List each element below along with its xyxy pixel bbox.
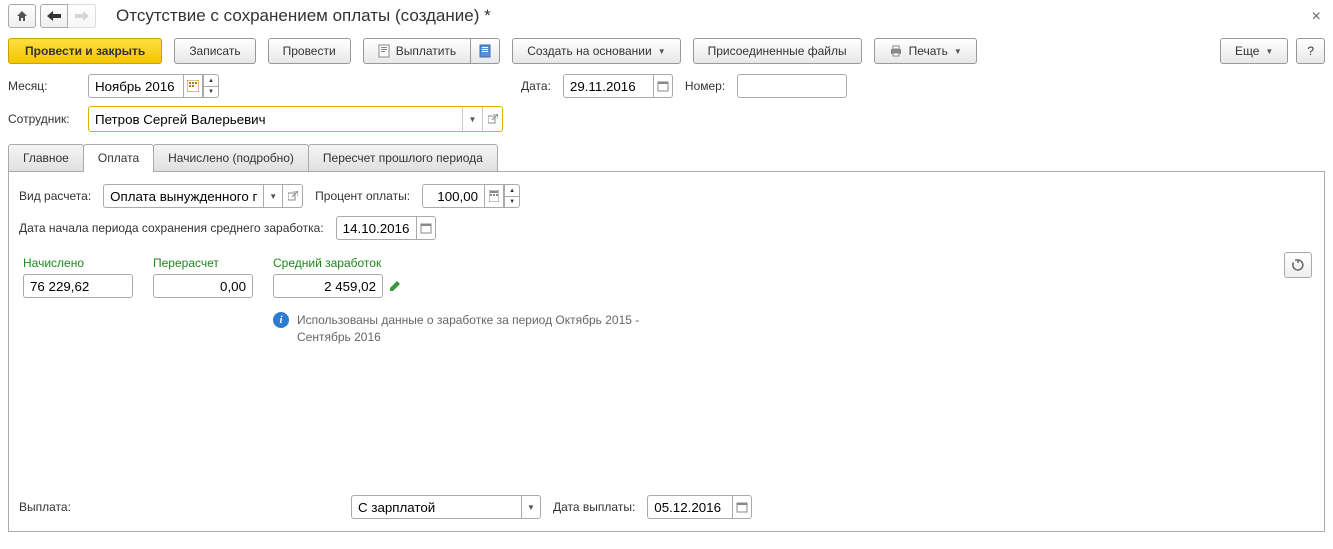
calendar-icon	[736, 501, 748, 513]
period-start-label: Дата начала периода сохранения среднего …	[19, 221, 324, 235]
avg-input[interactable]	[273, 274, 383, 298]
info-icon: i	[273, 312, 289, 328]
date-picker-button[interactable]	[653, 74, 673, 98]
refresh-button[interactable]	[1284, 252, 1312, 278]
pay-type-input[interactable]	[351, 495, 521, 519]
calc-type-input[interactable]	[103, 184, 263, 208]
pay-button[interactable]: Выплатить	[363, 38, 472, 64]
calculator-icon	[489, 190, 499, 202]
post-and-close-button[interactable]: Провести и закрыть	[8, 38, 162, 64]
recalc-input[interactable]	[153, 274, 253, 298]
home-button[interactable]	[8, 4, 36, 28]
open-icon	[488, 114, 498, 124]
date-input[interactable]	[563, 74, 653, 98]
month-up[interactable]: ▲	[203, 74, 219, 86]
month-label: Месяц:	[8, 79, 76, 93]
tab-accrued[interactable]: Начислено (подробно)	[153, 144, 309, 171]
list-icon	[479, 44, 491, 58]
edit-avg-button[interactable]	[389, 280, 401, 292]
tab-recalc[interactable]: Пересчет прошлого периода	[308, 144, 498, 171]
calendar-icon	[420, 222, 432, 234]
forward-button	[68, 4, 96, 28]
pay-label: Выплатить	[396, 44, 457, 58]
arrow-left-icon	[47, 11, 61, 21]
save-button[interactable]: Записать	[174, 38, 255, 64]
percent-up[interactable]: ▲	[504, 184, 520, 196]
files-button[interactable]: Присоединенные файлы	[693, 38, 862, 64]
home-icon	[15, 9, 29, 23]
create-from-button[interactable]: Создать на основании ▼	[512, 38, 680, 64]
employee-label: Сотрудник:	[8, 112, 76, 126]
info-text: Использованы данные о заработке за перио…	[297, 312, 657, 346]
date-label: Дата:	[521, 79, 551, 93]
calendar-grid-icon	[187, 80, 199, 92]
refresh-icon	[1291, 258, 1305, 272]
month-input[interactable]	[88, 74, 183, 98]
print-label: Печать	[909, 44, 948, 58]
tab-payment[interactable]: Оплата	[83, 144, 154, 171]
print-button[interactable]: Печать ▼	[874, 38, 977, 64]
percent-down[interactable]: ▼	[504, 196, 520, 208]
pay-type-dropdown[interactable]: ▼	[521, 495, 541, 519]
create-from-label: Создать на основании	[527, 44, 652, 58]
back-button[interactable]	[40, 4, 68, 28]
pay-label: Выплата:	[19, 500, 79, 514]
number-label: Номер:	[685, 79, 725, 93]
more-button[interactable]: Еще ▼	[1220, 38, 1288, 64]
month-down[interactable]: ▼	[203, 86, 219, 98]
pay-date-picker[interactable]	[732, 495, 752, 519]
post-button[interactable]: Провести	[268, 38, 351, 64]
open-icon	[288, 191, 298, 201]
calc-type-label: Вид расчета:	[19, 189, 91, 203]
accrued-label: Начислено	[23, 256, 133, 270]
employee-open[interactable]	[482, 107, 502, 131]
chevron-down-icon: ▼	[658, 47, 666, 56]
close-button[interactable]: ×	[1312, 8, 1321, 26]
tab-main[interactable]: Главное	[8, 144, 84, 171]
number-input[interactable]	[737, 74, 847, 98]
month-picker-button[interactable]	[183, 74, 203, 98]
pay-date-input[interactable]	[647, 495, 732, 519]
chevron-down-icon: ▼	[954, 47, 962, 56]
calc-type-dropdown[interactable]: ▼	[263, 184, 283, 208]
pay-dropdown[interactable]	[471, 38, 500, 64]
percent-input[interactable]	[422, 184, 484, 208]
more-label: Еще	[1235, 44, 1259, 58]
chevron-down-icon: ▼	[1265, 47, 1273, 56]
period-start-input[interactable]	[336, 216, 416, 240]
recalc-label: Перерасчет	[153, 256, 253, 270]
employee-dropdown[interactable]: ▼	[462, 107, 482, 131]
arrow-right-icon	[75, 11, 89, 21]
pencil-icon	[389, 280, 401, 292]
period-start-picker[interactable]	[416, 216, 436, 240]
employee-input[interactable]	[89, 107, 462, 131]
percent-label: Процент оплаты:	[315, 189, 410, 203]
page-title: Отсутствие с сохранением оплаты (создани…	[116, 6, 491, 26]
accrued-input[interactable]	[23, 274, 133, 298]
percent-calc-button[interactable]	[484, 184, 504, 208]
document-icon	[378, 44, 390, 58]
pay-date-label: Дата выплаты:	[553, 500, 635, 514]
calc-type-open[interactable]	[283, 184, 303, 208]
help-button[interactable]: ?	[1296, 38, 1325, 64]
calendar-icon	[657, 80, 669, 92]
printer-icon	[889, 45, 903, 57]
avg-label: Средний заработок	[273, 256, 657, 270]
